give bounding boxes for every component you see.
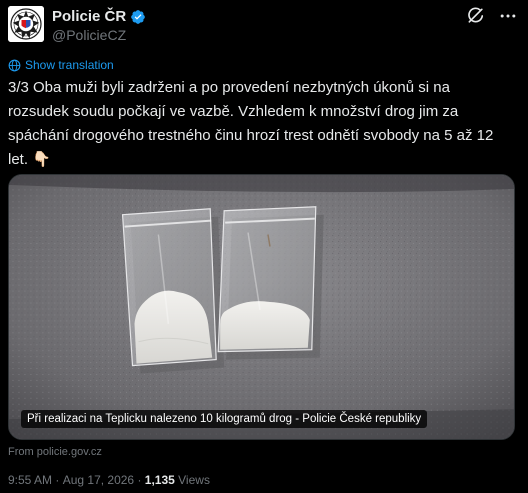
post-text-line: let. 👇🏻 [8,151,51,168]
name-row: Policie ČR [52,8,146,26]
post-text-line: spáchání drogového trestného činu hrozí … [8,127,494,144]
show-translation-label: Show translation [25,58,114,72]
post-text: 3/3 Oba muži byli zadrženi a po proveden… [8,76,518,172]
meta-separator: · [134,473,145,487]
meta-separator: · [52,473,63,487]
police-star-logo-icon [8,6,44,42]
grok-icon[interactable] [466,6,486,26]
tweet: Policie ČR @PolicieCZ Show translation 3… [0,0,528,493]
more-dots-icon[interactable] [498,6,518,26]
account-handle[interactable]: @PolicieCZ [52,27,126,43]
verified-badge-icon [131,10,146,24]
show-translation-link[interactable]: Show translation [8,58,114,72]
views-count: 1,135 [144,473,175,487]
post-time[interactable]: 9:55 AM [8,473,52,487]
post-text-line: 3/3 Oba muži byli zadrženi a po proveden… [8,79,450,96]
source-link[interactable]: From policie.gov.cz [8,446,102,459]
post-meta: 9:55 AM · Aug 17, 2026 · 1,135 Views [8,473,210,487]
post-text-line: rozsudek soudu počkají ve vazbě. Vzhlede… [8,103,459,120]
globe-icon [8,59,21,71]
drug-bags-photo [9,175,514,439]
post-media[interactable]: Při realizaci na Teplicku nalezeno 10 ki… [8,174,515,440]
tweet-header: Policie ČR @PolicieCZ [8,6,520,46]
avatar[interactable] [8,6,44,42]
display-name[interactable]: Policie ČR [52,8,126,26]
post-date[interactable]: Aug 17, 2026 [63,473,134,487]
media-caption: Při realizaci na Teplicku nalezeno 10 ki… [21,410,428,428]
views-label: Views [174,473,210,487]
